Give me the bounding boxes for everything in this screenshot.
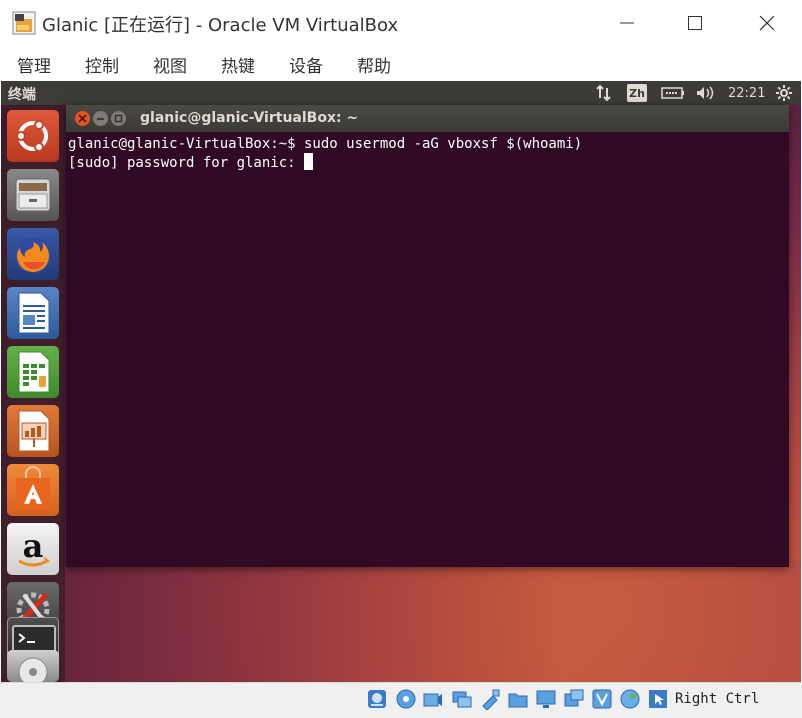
display-icon[interactable] bbox=[535, 688, 557, 710]
amazon-logo-icon: a bbox=[18, 527, 51, 567]
svg-text:a: a bbox=[23, 527, 44, 565]
panel-app-title: 终端 bbox=[8, 87, 36, 103]
usb-icon[interactable] bbox=[479, 688, 501, 710]
input-method-indicator[interactable]: Zh bbox=[627, 81, 647, 105]
close-button[interactable] bbox=[744, 0, 790, 46]
terminal-close-button[interactable] bbox=[75, 111, 90, 126]
mouse-integration-icon[interactable] bbox=[647, 688, 669, 710]
calc-spreadsheet-icon bbox=[18, 351, 50, 393]
audio-icon[interactable] bbox=[422, 688, 444, 710]
menu-item-control[interactable]: 控制 bbox=[85, 52, 119, 77]
optical-drive-icon[interactable] bbox=[395, 688, 417, 710]
virtualbox-logo-icon bbox=[12, 11, 36, 35]
status-bar: Right Ctrl bbox=[0, 682, 802, 718]
launcher-amazon[interactable]: a bbox=[7, 523, 59, 575]
volume-icon[interactable] bbox=[695, 81, 715, 105]
window-titlebar[interactable]: Glanic [正在运行] - Oracle VM VirtualBox bbox=[0, 0, 802, 46]
desktop-wallpaper bbox=[1, 561, 801, 682]
minimize-icon bbox=[620, 22, 634, 24]
unity-top-panel: 终端 Zh 22:21 bbox=[1, 81, 801, 105]
impress-presentation-icon bbox=[18, 410, 50, 452]
files-icon bbox=[15, 178, 51, 212]
terminal-output[interactable]: glanic@glanic-VirtualBox:~$ sudo usermod… bbox=[68, 135, 783, 172]
close-icon bbox=[759, 15, 775, 31]
battery-icon[interactable] bbox=[661, 81, 685, 105]
terminal-window[interactable]: glanic@glanic-VirtualBox: ~ glanic@glani… bbox=[66, 105, 789, 567]
maximize-icon bbox=[688, 16, 702, 30]
launcher-libreoffice-writer[interactable] bbox=[7, 287, 59, 339]
minimize-icon bbox=[97, 118, 104, 120]
launcher-firefox[interactable] bbox=[7, 228, 59, 280]
writer-document-icon bbox=[18, 292, 50, 334]
guest-additions-icon[interactable] bbox=[619, 688, 641, 710]
shared-folders-icon[interactable] bbox=[507, 688, 529, 710]
menu-item-help[interactable]: 帮助 bbox=[357, 52, 391, 77]
virtualization-icon[interactable] bbox=[591, 688, 613, 710]
video-capture-icon[interactable] bbox=[563, 688, 585, 710]
network-adapter-icon[interactable] bbox=[451, 688, 473, 710]
hard-disk-icon[interactable] bbox=[366, 688, 388, 710]
unity-launcher: a bbox=[1, 105, 65, 682]
window-title: Glanic [正在运行] - Oracle VM VirtualBox bbox=[42, 15, 399, 36]
close-icon bbox=[78, 114, 87, 123]
terminal-maximize-button[interactable] bbox=[111, 111, 126, 126]
launcher-dvd[interactable] bbox=[7, 650, 59, 682]
gear-icon[interactable] bbox=[775, 81, 793, 105]
minimize-button[interactable] bbox=[604, 0, 650, 46]
text-cursor bbox=[304, 153, 314, 170]
terminal-line-prompt: [sudo] password for glanic: bbox=[68, 153, 783, 172]
launcher-libreoffice-calc[interactable] bbox=[7, 346, 59, 398]
host-key-label: Right Ctrl bbox=[675, 691, 760, 707]
launcher-files[interactable] bbox=[7, 169, 59, 221]
terminal-line: glanic@glanic-VirtualBox:~$ sudo usermod… bbox=[68, 136, 583, 152]
terminal-password-prompt: [sudo] password for glanic: bbox=[68, 155, 305, 171]
menu-bar: 管理 控制 视图 热键 设备 帮助 bbox=[0, 46, 802, 81]
panel-clock[interactable]: 22:21 bbox=[728, 81, 765, 105]
menu-item-view[interactable]: 视图 bbox=[153, 52, 187, 77]
terminal-minimize-button[interactable] bbox=[93, 111, 108, 126]
terminal-titlebar[interactable]: glanic@glanic-VirtualBox: ~ bbox=[66, 105, 789, 132]
terminal-title: glanic@glanic-VirtualBox: ~ bbox=[140, 110, 359, 126]
maximize-icon bbox=[114, 114, 123, 123]
ubuntu-logo-icon bbox=[16, 120, 48, 152]
software-bag-icon bbox=[16, 466, 50, 510]
network-icon[interactable] bbox=[595, 81, 613, 105]
launcher-ubuntu-dash[interactable] bbox=[7, 110, 59, 162]
menu-item-devices[interactable]: 设备 bbox=[289, 52, 323, 77]
maximize-button[interactable] bbox=[672, 0, 718, 46]
launcher-ubuntu-software[interactable] bbox=[7, 464, 59, 516]
launcher-libreoffice-impress[interactable] bbox=[7, 405, 59, 457]
guest-screen[interactable]: 终端 Zh 22:21 a glanic@glanic-VirtualBox: … bbox=[1, 81, 801, 682]
input-method-label: Zh bbox=[627, 84, 647, 102]
menu-item-hotkeys[interactable]: 热键 bbox=[221, 52, 255, 77]
menu-item-manage[interactable]: 管理 bbox=[17, 52, 51, 77]
dvd-disc-icon bbox=[18, 657, 48, 682]
firefox-icon bbox=[15, 237, 51, 273]
